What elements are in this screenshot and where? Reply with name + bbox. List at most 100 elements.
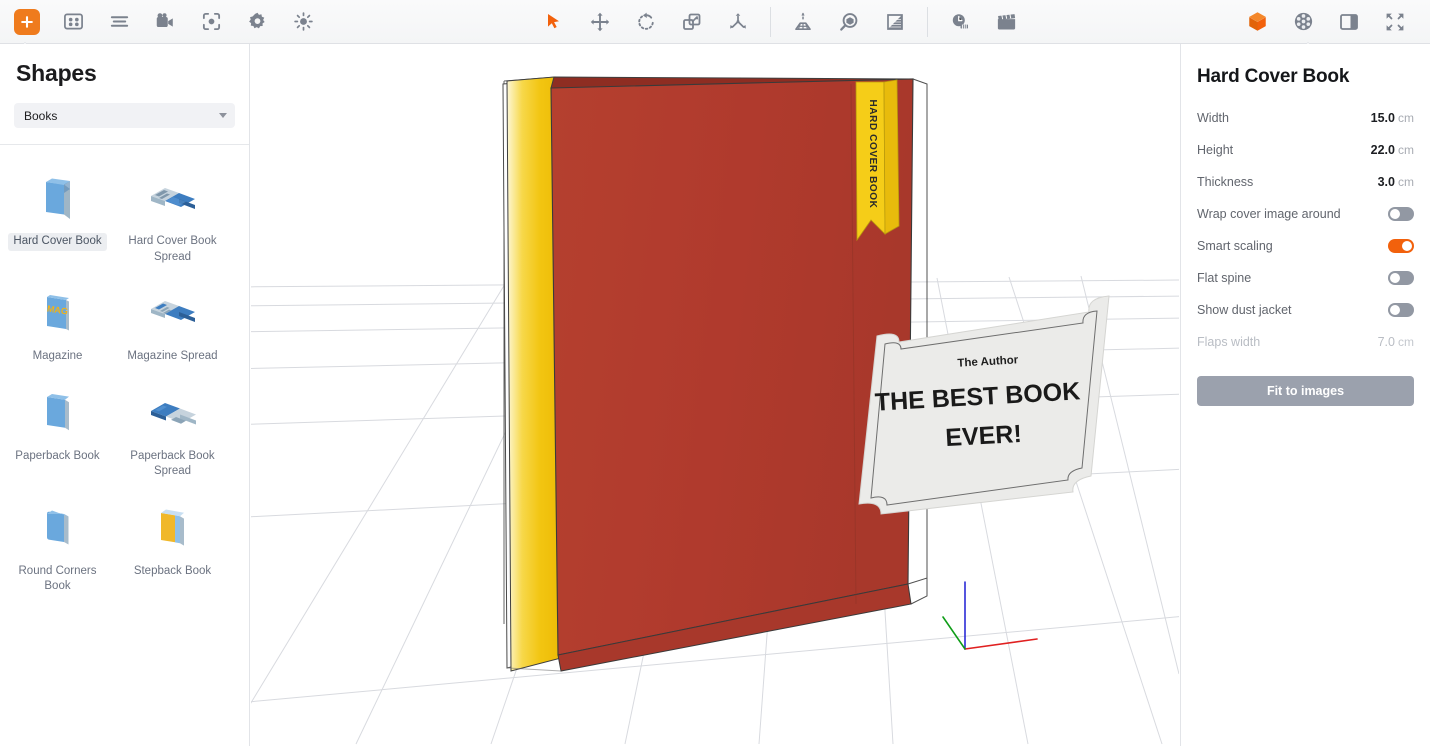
toolbar-divider-2: [927, 7, 928, 37]
cube-icon[interactable]: [1240, 5, 1274, 39]
shape-label: Paperback Book Spread: [119, 448, 226, 481]
toolbar-animation-group: [937, 0, 1029, 44]
shape-label: Hard Cover Book Spread: [119, 233, 226, 266]
toolbar-right-group: [1234, 0, 1430, 44]
property-row-smart-scaling: Smart scaling: [1197, 230, 1414, 262]
perspective-icon[interactable]: [786, 5, 820, 39]
toggle-knob: [1390, 209, 1400, 219]
property-unit: cm: [1398, 175, 1414, 189]
explode-icon[interactable]: [721, 5, 755, 39]
shape-item-paperback-book[interactable]: Paperback Book: [0, 372, 115, 487]
property-row-width: Width 15.0 cm: [1197, 102, 1414, 134]
property-label: Smart scaling: [1197, 239, 1388, 253]
show-dust-jacket-toggle[interactable]: [1388, 303, 1414, 317]
property-row-flaps-width: Flaps width 7.0 cm: [1197, 326, 1414, 358]
property-value: 7.0: [1378, 335, 1395, 349]
shape-item-stepback-book[interactable]: Stepback Book: [115, 487, 230, 602]
property-unit: cm: [1398, 111, 1414, 125]
property-label: Thickness: [1197, 175, 1378, 189]
add-icon-badge: [14, 9, 40, 35]
properties-panel: Hard Cover Book Width 15.0 cm Height 22.…: [1180, 44, 1430, 746]
rotate-icon[interactable]: [629, 5, 663, 39]
shape-label: Round Corners Book: [4, 563, 111, 596]
toolbar-scene-group: [780, 0, 918, 44]
properties-title: Hard Cover Book: [1197, 66, 1414, 88]
toolbar-divider-1: [770, 7, 771, 37]
shape-category-value: Books: [24, 109, 219, 123]
shape-label: Stepback Book: [129, 563, 216, 581]
property-unit: cm: [1398, 143, 1414, 157]
wrap-cover-image-toggle[interactable]: [1388, 207, 1414, 221]
property-value[interactable]: 3.0: [1378, 175, 1395, 189]
shape-item-paperback-book-spread[interactable]: Paperback Book Spread: [115, 372, 230, 487]
toolbar-left-group: [0, 0, 326, 44]
snapshot-icon[interactable]: [194, 5, 228, 39]
property-row-flat-spine: Flat spine: [1197, 262, 1414, 294]
properties-panel-icon[interactable]: [1332, 5, 1366, 39]
fullscreen-icon[interactable]: [1378, 5, 1412, 39]
3d-viewport[interactable]: The Author THE BEST BOOK EVER! HARD COVE…: [251, 44, 1179, 746]
grid-layout-icon[interactable]: [56, 5, 90, 39]
keyframe-clock-icon[interactable]: [943, 5, 977, 39]
axis-z: [943, 617, 965, 649]
property-label: Flat spine: [1197, 271, 1388, 285]
chevron-down-icon: [219, 113, 227, 118]
3d-scene: The Author THE BEST BOOK EVER! HARD COVE…: [251, 44, 1179, 746]
property-label: Flaps width: [1197, 335, 1378, 349]
toggle-knob: [1390, 273, 1400, 283]
camera-video-icon[interactable]: [148, 5, 182, 39]
stepback-book-icon: [145, 499, 201, 557]
smart-scaling-toggle[interactable]: [1388, 239, 1414, 253]
property-value[interactable]: 22.0: [1371, 143, 1395, 157]
book-3d-model[interactable]: The Author THE BEST BOOK EVER! HARD COVE…: [503, 77, 1109, 671]
shape-label: Magazine Spread: [122, 348, 222, 366]
light-bulb-icon[interactable]: [286, 5, 320, 39]
add-icon[interactable]: [10, 5, 44, 39]
shape-item-round-corners-book[interactable]: Round Corners Book: [0, 487, 115, 602]
round-corners-book-icon: [30, 499, 86, 557]
property-label: Width: [1197, 111, 1371, 125]
gear-icon[interactable]: [240, 5, 274, 39]
flat-spine-toggle[interactable]: [1388, 271, 1414, 285]
shape-label: Hard Cover Book: [8, 233, 106, 251]
axis-x: [965, 639, 1037, 649]
shape-category-dropdown[interactable]: Books: [14, 103, 235, 128]
property-unit: cm: [1398, 335, 1414, 349]
list-icon[interactable]: [102, 5, 136, 39]
hard-cover-book-icon: [30, 169, 86, 227]
ribbon-text: HARD COVER BOOK: [867, 99, 878, 208]
property-row-thickness: Thickness 3.0 cm: [1197, 166, 1414, 198]
shape-item-magazine[interactable]: MAG Magazine: [0, 272, 115, 372]
shape-item-hard-cover-book-spread[interactable]: Hard Cover Book Spread: [115, 157, 230, 272]
magazine-spread-icon: [143, 284, 203, 342]
magazine-icon: MAG: [30, 284, 86, 342]
scale-icon[interactable]: [675, 5, 709, 39]
page-title: Shapes: [0, 44, 249, 87]
cover-title-line2: EVER!: [945, 420, 1023, 452]
materials-sphere-icon[interactable]: [1286, 5, 1320, 39]
property-row-wrap-cover-image-around: Wrap cover image around: [1197, 198, 1414, 230]
zoom-object-icon[interactable]: [832, 5, 866, 39]
property-row-show-dust-jacket: Show dust jacket: [1197, 294, 1414, 326]
paperback-book-spread-icon: [143, 384, 203, 442]
toolbar-transform-group: [531, 0, 761, 44]
shape-grid: Hard Cover Book Hard Cover Book Spread: [0, 145, 249, 602]
clapperboard-icon[interactable]: [989, 5, 1023, 39]
shape-label: Magazine: [28, 348, 88, 366]
property-label: Height: [1197, 143, 1371, 157]
property-value[interactable]: 15.0: [1371, 111, 1395, 125]
axis-gizmo: [943, 582, 1037, 649]
floor-icon[interactable]: [878, 5, 912, 39]
shapes-sidebar: Shapes Books Hard Cover Book: [0, 44, 250, 746]
cover-ribbon: HARD COVER BOOK: [856, 80, 899, 240]
select-arrow-icon[interactable]: [537, 5, 571, 39]
shape-item-hard-cover-book[interactable]: Hard Cover Book: [0, 157, 115, 272]
main-toolbar: [0, 0, 1430, 44]
property-label: Show dust jacket: [1197, 303, 1388, 317]
hard-cover-book-spread-icon: [143, 169, 203, 227]
move-icon[interactable]: [583, 5, 617, 39]
fit-to-images-button[interactable]: Fit to images: [1197, 376, 1414, 406]
paperback-book-icon: [30, 384, 86, 442]
toggle-knob: [1402, 241, 1412, 251]
shape-item-magazine-spread[interactable]: Magazine Spread: [115, 272, 230, 372]
